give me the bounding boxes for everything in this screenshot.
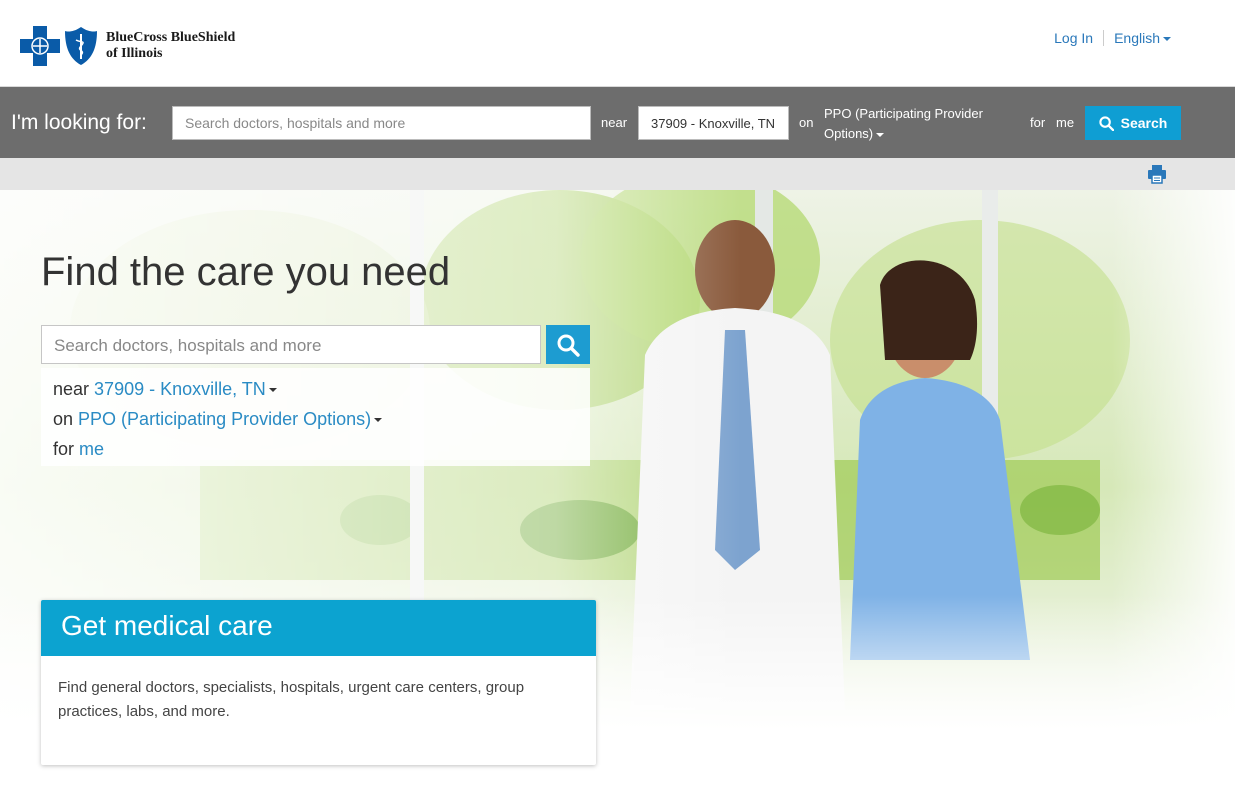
- brand-name-line2: of Illinois: [106, 46, 163, 61]
- chevron-down-icon: [374, 418, 383, 423]
- search-icon: [557, 334, 580, 357]
- search-options-panel: near 37909 - Knoxville, TN on PPO (Parti…: [41, 368, 590, 466]
- plan-label: PPO (Participating Provider Options): [824, 106, 983, 141]
- utility-bar: [0, 158, 1235, 190]
- for-label: for: [53, 439, 75, 459]
- plan-selector[interactable]: PPO (Participating Provider Options): [824, 104, 1004, 144]
- print-icon[interactable]: [1147, 164, 1167, 184]
- near-label: near: [601, 115, 628, 130]
- chevron-down-icon: [876, 132, 885, 137]
- near-option-row: near 37909 - Knoxville, TN: [53, 374, 578, 404]
- search-bar: I'm looking for: Search doctors, hospita…: [0, 87, 1235, 158]
- search-button-label: Search: [1120, 115, 1168, 131]
- location-input[interactable]: 37909 - Knoxville, TN: [638, 106, 789, 140]
- language-selector[interactable]: English: [1104, 30, 1171, 46]
- brand-logo[interactable]: BlueCross BlueShield of Illinois: [20, 26, 235, 66]
- for-member-selector[interactable]: me: [1056, 115, 1074, 130]
- hero-search-button[interactable]: [546, 325, 590, 364]
- search-button[interactable]: Search: [1085, 106, 1181, 140]
- header-links: Log In English: [1054, 30, 1171, 46]
- plan-label: PPO (Participating Provider Options): [78, 409, 372, 429]
- chevron-down-icon: [268, 388, 277, 393]
- care-card-description: Find general doctors, specialists, hospi…: [58, 679, 525, 720]
- near-label: near: [53, 379, 90, 399]
- search-icon: [1099, 115, 1114, 131]
- for-option-row: for me: [53, 434, 578, 464]
- brand-name-line1: BlueCross BlueShield: [106, 30, 236, 45]
- on-label: on: [799, 115, 814, 130]
- login-link[interactable]: Log In: [1054, 30, 1105, 46]
- brand-name: BlueCross BlueShield of Illinois: [106, 30, 235, 62]
- search-input[interactable]: Search doctors, hospitals and more: [172, 106, 591, 140]
- for-label: for: [1030, 115, 1046, 130]
- plan-selector[interactable]: PPO (Participating Provider Options): [78, 409, 383, 429]
- get-medical-care-card[interactable]: Get medical care Find general doctors, s…: [41, 600, 596, 765]
- language-label: English: [1114, 30, 1160, 46]
- blueshield-logo-icon: [65, 27, 97, 65]
- page-title: Find the care you need: [41, 250, 451, 294]
- on-label: on: [53, 409, 74, 429]
- search-bar-label: I'm looking for:: [11, 111, 147, 134]
- care-card-heading: Get medical care: [41, 600, 596, 656]
- site-header: BlueCross BlueShield of Illinois Log In …: [0, 0, 1235, 87]
- plan-option-row: on PPO (Participating Provider Options): [53, 404, 578, 434]
- location-selector[interactable]: 37909 - Knoxville, TN: [94, 379, 277, 399]
- bluecross-logo-icon: [20, 26, 60, 66]
- chevron-down-icon: [1163, 37, 1171, 42]
- hero-section: Find the care you need Search doctors, h…: [0, 190, 1235, 800]
- for-member-selector[interactable]: me: [79, 439, 104, 459]
- hero-search-input[interactable]: Search doctors, hospitals and more: [41, 325, 541, 364]
- location-label: 37909 - Knoxville, TN: [94, 379, 266, 399]
